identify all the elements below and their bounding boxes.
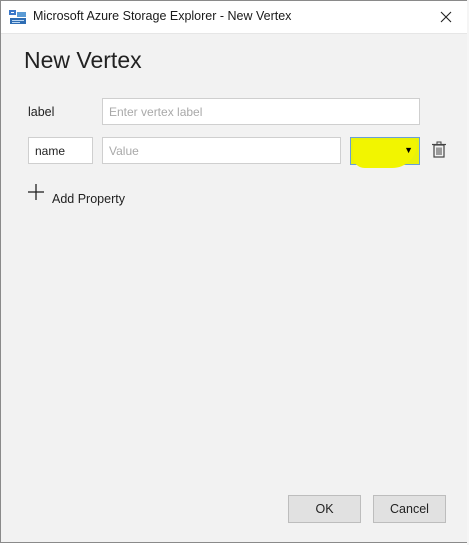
close-icon xyxy=(440,11,452,23)
property-type-select[interactable]: ▼ xyxy=(350,137,420,168)
cancel-button[interactable]: Cancel xyxy=(373,495,446,523)
property-value-input[interactable] xyxy=(102,137,341,164)
property-name-input[interactable] xyxy=(28,137,93,164)
title-bar: Microsoft Azure Storage Explorer - New V… xyxy=(1,1,468,34)
window-title: Microsoft Azure Storage Explorer - New V… xyxy=(33,9,292,23)
plus-icon xyxy=(28,184,44,200)
vertex-label-caption: label xyxy=(28,105,55,119)
vertex-label-input[interactable] xyxy=(102,98,420,125)
dialog-window: Microsoft Azure Storage Explorer - New V… xyxy=(0,0,469,543)
azure-storage-explorer-icon xyxy=(9,10,26,24)
close-button[interactable] xyxy=(426,1,466,33)
add-property-label: Add Property xyxy=(52,192,125,206)
trash-icon[interactable] xyxy=(431,141,447,159)
page-title: New Vertex xyxy=(24,47,142,73)
dropdown-arrow-icon: ▼ xyxy=(404,145,413,155)
ok-button[interactable]: OK xyxy=(288,495,361,523)
